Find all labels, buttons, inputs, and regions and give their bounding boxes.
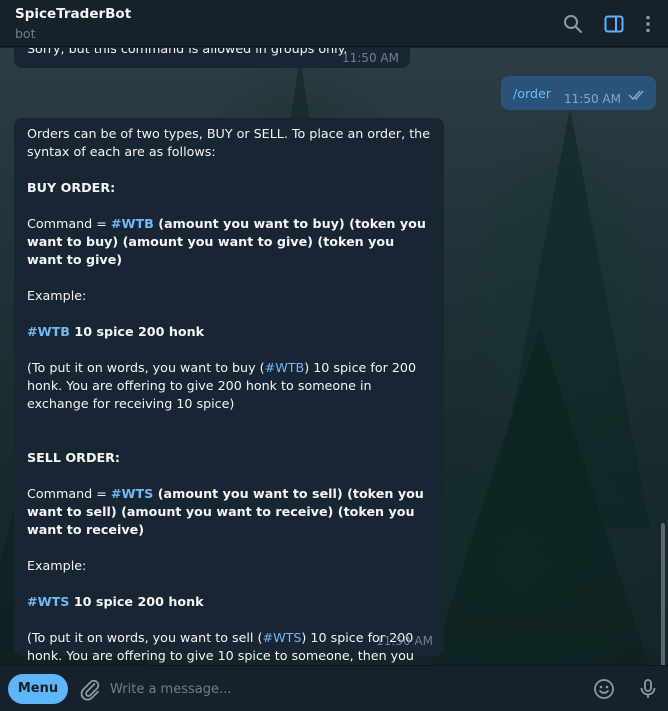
more-vertical-icon[interactable] (636, 12, 660, 36)
sell-example: #WTS 10 spice 200 honk (27, 593, 431, 611)
chat-title[interactable]: SpiceTraderBot (15, 6, 131, 22)
emoji-icon[interactable] (592, 677, 616, 701)
message-time: 11:50 AM (376, 634, 433, 648)
message-text: Sorry, but this command is allowed in gr… (27, 48, 348, 56)
search-icon[interactable] (561, 12, 585, 36)
example-text: 10 spice 200 honk (69, 324, 205, 339)
message-bubble-incoming[interactable]: Orders can be of two types, BUY or SELL.… (14, 118, 444, 663)
menu-button[interactable]: Menu (8, 674, 68, 704)
note-text: (To put it on words, you want to sell ( (27, 630, 263, 645)
message-bubble-incoming[interactable]: Sorry, but this command is allowed in gr… (14, 48, 410, 68)
microphone-icon[interactable] (636, 677, 660, 701)
message-composer: Menu (0, 665, 668, 711)
command-label: Command = (27, 216, 111, 231)
command-link[interactable]: /order (513, 85, 551, 103)
message-time: 11:50 AM (342, 51, 399, 65)
chat-history[interactable]: Sorry, but this command is allowed in gr… (0, 48, 668, 665)
hashtag-link[interactable]: #WTS (27, 594, 69, 609)
scrollbar[interactable] (661, 523, 665, 665)
hashtag-link[interactable]: #WTS (111, 486, 153, 501)
command-label: Command = (27, 486, 111, 501)
double-check-icon (628, 88, 648, 106)
message-intro: Orders can be of two types, BUY or SELL.… (27, 126, 431, 159)
example-text: 10 spice 200 honk (69, 594, 204, 609)
tree-decoration (430, 328, 650, 665)
sidebar-toggle-icon[interactable] (602, 12, 626, 36)
chat-header[interactable]: SpiceTraderBot bot (0, 0, 668, 47)
message-input[interactable] (110, 678, 570, 700)
chat-subtitle: bot (15, 26, 36, 41)
example-label: Example: (27, 558, 87, 573)
sell-command: Command = #WTS (amount you want to sell)… (27, 485, 431, 539)
message-bubble-outgoing[interactable]: /order 11:50 AM (501, 76, 656, 110)
buy-note: (To put it on words, you want to buy (#W… (27, 359, 431, 413)
buy-command: Command = #WTB (amount you want to buy) … (27, 215, 431, 269)
sell-note: (To put it on words, you want to sell (#… (27, 629, 431, 665)
message-time: 11:50 AM (564, 92, 621, 106)
hashtag-link[interactable]: #WTS (262, 630, 301, 645)
sell-order-heading: SELL ORDER: (27, 450, 120, 465)
note-text: (To put it on words, you want to buy ( (27, 360, 265, 375)
paperclip-icon[interactable] (78, 677, 102, 701)
buy-order-heading: BUY ORDER: (27, 180, 116, 195)
hashtag-link[interactable]: #WTB (27, 324, 70, 339)
example-label: Example: (27, 288, 87, 303)
hashtag-link[interactable]: #WTB (111, 216, 154, 231)
buy-example: #WTB 10 spice 200 honk (27, 323, 431, 341)
hashtag-link[interactable]: #WTB (265, 360, 305, 375)
